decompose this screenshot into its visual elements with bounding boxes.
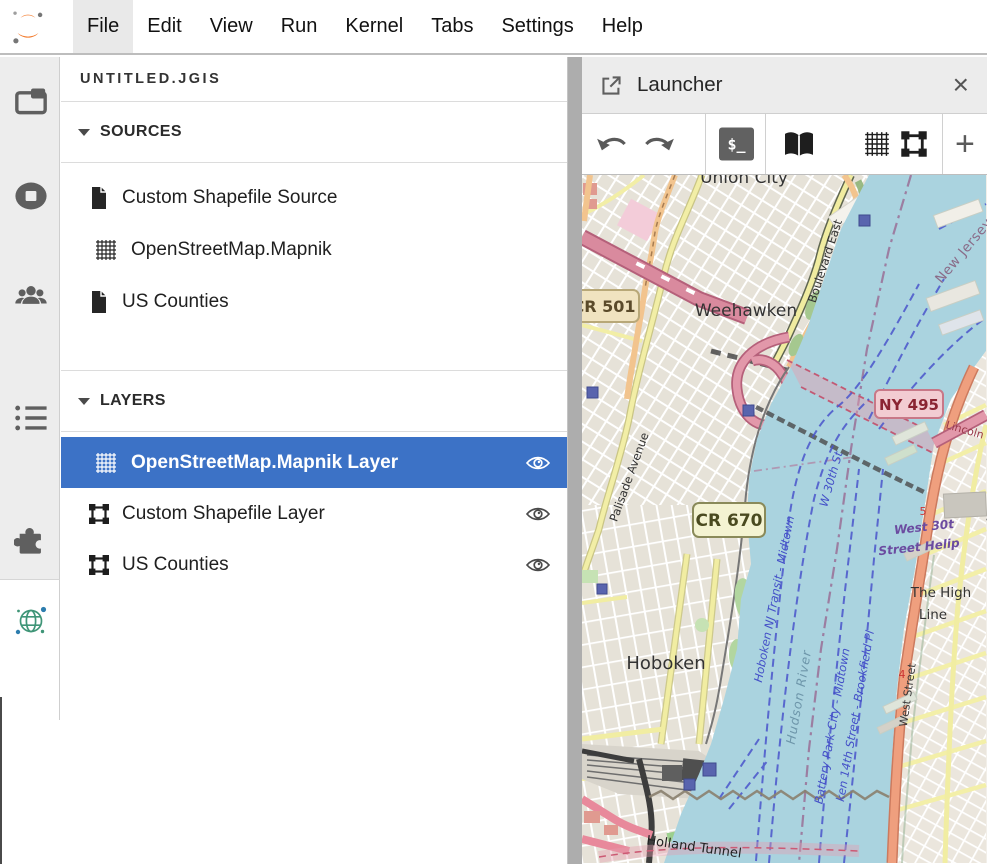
shield-cr501: CR 501 [582, 290, 639, 322]
jupytergis-side-panel: UNTITLED.JGIS SOURCES Custom Shapefile S… [61, 57, 568, 864]
add-button[interactable]: + [955, 129, 975, 159]
toolbar-separator [942, 114, 943, 174]
menu-file[interactable]: File [73, 0, 133, 53]
table-of-contents-icon[interactable] [14, 401, 48, 435]
activity-bar-active-cell [0, 580, 60, 720]
menu-tabs[interactable]: Tabs [417, 0, 487, 53]
source-item-custom-shapefile[interactable]: Custom Shapefile Source [61, 172, 567, 224]
document-title: UNTITLED.JGIS [61, 57, 567, 102]
shield-cr670: CR 670 [693, 503, 765, 537]
source-item-us-counties[interactable]: US Counties [61, 276, 567, 328]
menu-help[interactable]: Help [588, 0, 657, 53]
book-icon[interactable] [782, 130, 816, 158]
section-divider [61, 328, 567, 371]
map-label-hoboken: Hoboken [626, 653, 705, 674]
file-icon [88, 290, 110, 314]
collapse-caret-icon [78, 398, 90, 405]
visibility-eye-icon[interactable] [525, 454, 551, 472]
toolbar-separator [765, 114, 766, 174]
layer-item-us-counties[interactable]: US Counties [61, 539, 567, 590]
poi-pier5: 5 [920, 505, 927, 518]
redo-icon[interactable] [640, 132, 676, 156]
file-browser-icon[interactable] [14, 85, 48, 119]
toolbar-separator [705, 114, 706, 174]
layer-item-openstreetmap[interactable]: OpenStreetMap.Mapnik Layer [61, 437, 567, 488]
extensions-puzzle-icon[interactable] [14, 521, 48, 555]
svg-text:CR 670: CR 670 [696, 511, 763, 531]
source-item-openstreetmap[interactable]: OpenStreetMap.Mapnik [61, 224, 567, 276]
visibility-eye-icon[interactable] [525, 505, 551, 523]
poi-highline-line1: The High [910, 585, 971, 601]
activity-bar-edge [0, 697, 2, 864]
map-panel: CR 501 CR 670 NY 495 Union City Weehawke… [582, 175, 987, 863]
main-area: Launcher × $_ [582, 57, 987, 864]
layer-item-custom-shapefile[interactable]: Custom Shapefile Layer [61, 488, 567, 539]
layers-list: OpenStreetMap.Mapnik Layer Custom Shapef… [61, 432, 567, 590]
undo-icon[interactable] [595, 132, 631, 156]
collapse-caret-icon [78, 129, 90, 136]
collaboration-users-icon[interactable] [14, 279, 48, 313]
poi-highline-line2: Line [919, 607, 947, 623]
raster-grid-icon [95, 452, 117, 474]
visibility-eye-icon[interactable] [525, 556, 551, 574]
sources-section-header[interactable]: SOURCES [61, 102, 567, 163]
jupytergis-globe-icon[interactable] [12, 602, 50, 640]
file-icon [88, 186, 110, 210]
panel-splitter[interactable] [568, 57, 582, 864]
terminal-button[interactable]: $_ [719, 128, 754, 161]
svg-text:CR 501: CR 501 [582, 297, 636, 316]
menu-view[interactable]: View [196, 0, 267, 53]
shield-ny495: NY 495 [875, 390, 943, 418]
close-icon[interactable]: × [953, 75, 969, 95]
vector-polygon-icon [88, 503, 110, 525]
jupyter-logo-icon [9, 8, 47, 46]
layers-section-header[interactable]: LAYERS [61, 371, 567, 432]
tab-launcher[interactable]: Launcher [637, 73, 953, 97]
tab-bar: Launcher × [582, 57, 987, 114]
map-label-union-city: Union City [700, 175, 788, 188]
menu-edit[interactable]: Edit [133, 0, 195, 53]
activity-bar [0, 57, 61, 864]
raster-grid-icon[interactable] [864, 131, 890, 157]
vector-polygon-icon[interactable] [900, 130, 928, 158]
map-toolbar: $_ + [582, 114, 987, 175]
raster-grid-icon [95, 238, 117, 262]
menu-settings[interactable]: Settings [487, 0, 587, 53]
poi-pier4: 4 [899, 668, 906, 681]
menu-kernel[interactable]: Kernel [331, 0, 417, 53]
vector-polygon-icon [88, 554, 110, 576]
map-canvas[interactable]: CR 501 CR 670 NY 495 Union City Weehawke… [582, 175, 987, 863]
menu-bar: File Edit View Run Kernel Tabs Settings … [0, 0, 987, 55]
svg-text:NY 495: NY 495 [879, 396, 939, 414]
external-link-icon [600, 74, 623, 97]
running-kernels-icon[interactable] [14, 179, 48, 213]
sources-list: Custom Shapefile Source OpenStreetMap.Ma… [61, 163, 567, 328]
activity-bar-top [0, 57, 60, 580]
map-label-weehawken: Weehawken [695, 301, 797, 321]
menu-run[interactable]: Run [267, 0, 332, 53]
